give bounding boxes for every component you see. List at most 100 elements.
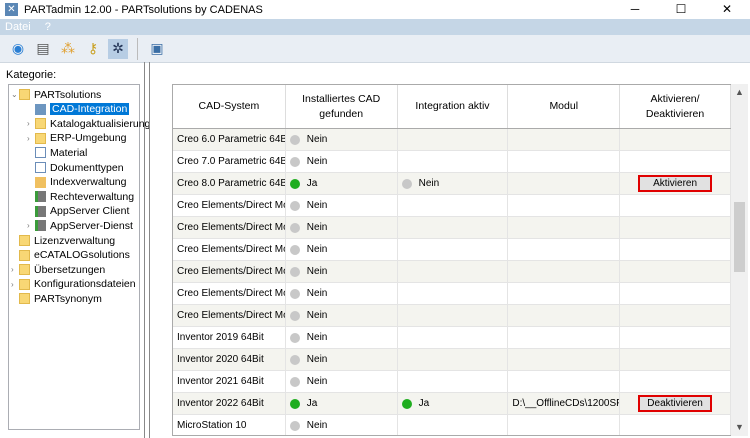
table-row[interactable]: Creo Elements/Direct Mo... Nein [173, 217, 731, 239]
tree-item[interactable]: Rechteverwaltung [27, 189, 134, 204]
tree-item[interactable]: Indexverwaltung [27, 175, 126, 190]
printer-icon[interactable]: ▤ [33, 39, 53, 59]
header-module[interactable]: Modul [508, 85, 621, 128]
menu-help[interactable]: ? [45, 21, 51, 33]
table-row[interactable]: Inventor 2021 64Bit Nein [173, 371, 731, 393]
status-dot-icon [289, 288, 300, 299]
cell-integration-active [398, 195, 509, 216]
folder-icon [35, 118, 46, 130]
table-row[interactable]: Creo Elements/Direct Mo... Nein [173, 283, 731, 305]
tree-item-label: ERP-Umgebung [50, 132, 127, 145]
tree-item[interactable]: PARTsynonym [11, 291, 102, 306]
tree-item[interactable]: Material [27, 145, 87, 160]
cell-installed: Nein [286, 217, 398, 238]
tree-item[interactable]: › ERP-Umgebung [27, 131, 126, 146]
cell-action: Aktivieren [620, 173, 731, 194]
expander-icon[interactable]: › [27, 221, 35, 230]
tree-item-label: PARTsolutions [34, 88, 102, 101]
tree-item[interactable]: › AppServer-Dienst [27, 218, 133, 233]
network-icon[interactable]: ⁂ [58, 39, 78, 59]
globe-refresh-icon[interactable]: ◉ [8, 39, 28, 59]
close-button[interactable]: ✕ [704, 0, 750, 19]
status-text: Nein [306, 244, 328, 255]
cell-action [620, 415, 731, 435]
header-integration-active[interactable]: Integration aktiv [398, 85, 509, 128]
table-row[interactable]: Creo 8.0 Parametric 64Bit Ja Nein Aktiviere… [173, 173, 731, 195]
cell-integration-active [398, 305, 509, 326]
cell-integration-active: Nein [398, 173, 509, 194]
scroll-thumb[interactable] [734, 202, 745, 272]
cell-module [508, 371, 621, 392]
table-row[interactable]: Creo 6.0 Parametric 64Bit Nein [173, 129, 731, 151]
tree-item[interactable]: AppServer Client [27, 204, 129, 219]
cad-system-name: Creo 8.0 Parametric 64Bit [177, 178, 286, 189]
status-dot-icon [401, 398, 412, 409]
cad-system-name: Creo 7.0 Parametric 64Bit [177, 156, 286, 167]
table-row[interactable]: Creo Elements/Direct Mo... Nein [173, 305, 731, 327]
srv-icon [35, 205, 46, 217]
vertical-scrollbar[interactable]: ▲ ▼ [731, 84, 748, 436]
gear-icon [35, 103, 46, 115]
tree-item[interactable]: Dokumenttypen [27, 160, 124, 175]
cell-module [508, 283, 621, 304]
cell-module [508, 239, 621, 260]
menu-datei[interactable]: Datei [5, 21, 31, 33]
table-row[interactable]: Creo Elements/Direct Mo... Nein [173, 239, 731, 261]
cell-action [620, 349, 731, 370]
cad-gear-icon[interactable]: ✲ [108, 38, 128, 59]
cell-cad-system: Inventor 2020 64Bit [173, 349, 286, 370]
status-dot-icon [289, 222, 300, 233]
table-row[interactable]: MicroStation 10 Nein [173, 415, 731, 435]
tree-item[interactable]: Lizenzverwaltung [11, 233, 115, 248]
splitter[interactable] [144, 62, 150, 438]
tree-item[interactable]: › Übersetzungen [11, 262, 105, 277]
status-text: Nein [306, 354, 328, 365]
aktivieren-button[interactable]: Aktivieren [638, 175, 713, 192]
keys-icon[interactable]: ⚷ [83, 39, 103, 59]
table-row[interactable]: Creo 7.0 Parametric 64Bit Nein [173, 151, 731, 173]
deaktivieren-button[interactable]: Deaktivieren [638, 395, 713, 412]
folder-icon [19, 264, 30, 276]
cad-system-name: Creo Elements/Direct Mo... [177, 200, 286, 211]
cell-module [508, 349, 621, 370]
table-row[interactable]: Creo Elements/Direct Mo... Nein [173, 261, 731, 283]
tree-item-label: Dokumenttypen [50, 161, 124, 174]
tree-item[interactable]: ⌄ PARTsolutions [11, 87, 101, 102]
expander-icon[interactable]: › [27, 134, 35, 143]
cell-action [620, 327, 731, 348]
save-icon[interactable]: ▣ [147, 39, 167, 59]
cell-action [620, 151, 731, 172]
table-row[interactable]: Inventor 2020 64Bit Nein [173, 349, 731, 371]
table-row[interactable]: Inventor 2022 64Bit Ja Ja D:\__OfflineCDs\1… [173, 393, 731, 415]
expander-icon[interactable]: › [11, 265, 19, 274]
header-installed[interactable]: Installiertes CAD gefunden [286, 85, 398, 128]
cell-installed: Ja [286, 173, 398, 194]
status-dot-icon [289, 420, 300, 431]
header-action[interactable]: Aktivieren/ Deaktivieren [620, 85, 731, 128]
tree-item[interactable]: CAD-Integration [27, 102, 130, 117]
status-dot-icon [289, 200, 300, 211]
expander-icon[interactable]: › [11, 280, 19, 289]
maximize-button[interactable]: ☐ [658, 0, 704, 19]
scroll-up-icon[interactable]: ▲ [731, 84, 748, 101]
cell-integration-active [398, 327, 509, 348]
cell-cad-system: Inventor 2021 64Bit [173, 371, 286, 392]
tree-item[interactable]: › Konfigurationsdateien [11, 277, 136, 292]
cell-integration-active [398, 415, 509, 435]
folder-icon [19, 278, 30, 290]
header-cad-system[interactable]: CAD-System [173, 85, 286, 128]
table-row[interactable]: Inventor 2019 64Bit Nein [173, 327, 731, 349]
tree-item[interactable]: eCATALOGsolutions [11, 248, 130, 263]
table-row[interactable]: Creo Elements/Direct Mo... Nein [173, 195, 731, 217]
tree-item[interactable]: › Katalogaktualisierung [27, 116, 150, 131]
window-title: PARTadmin 12.00 - PARTsolutions by CADEN… [24, 3, 263, 16]
menu-bar: Datei ? [0, 19, 750, 35]
cad-system-name: Creo 6.0 Parametric 64Bit [177, 134, 286, 145]
expander-icon[interactable]: ⌄ [11, 90, 19, 99]
minimize-button[interactable]: ─ [612, 0, 658, 19]
cell-cad-system: MicroStation 10 [173, 415, 286, 435]
expander-icon[interactable]: › [27, 119, 35, 128]
scroll-down-icon[interactable]: ▼ [731, 419, 748, 436]
status-dot-icon [289, 178, 300, 189]
tree-item-label: Lizenzverwaltung [34, 234, 116, 247]
